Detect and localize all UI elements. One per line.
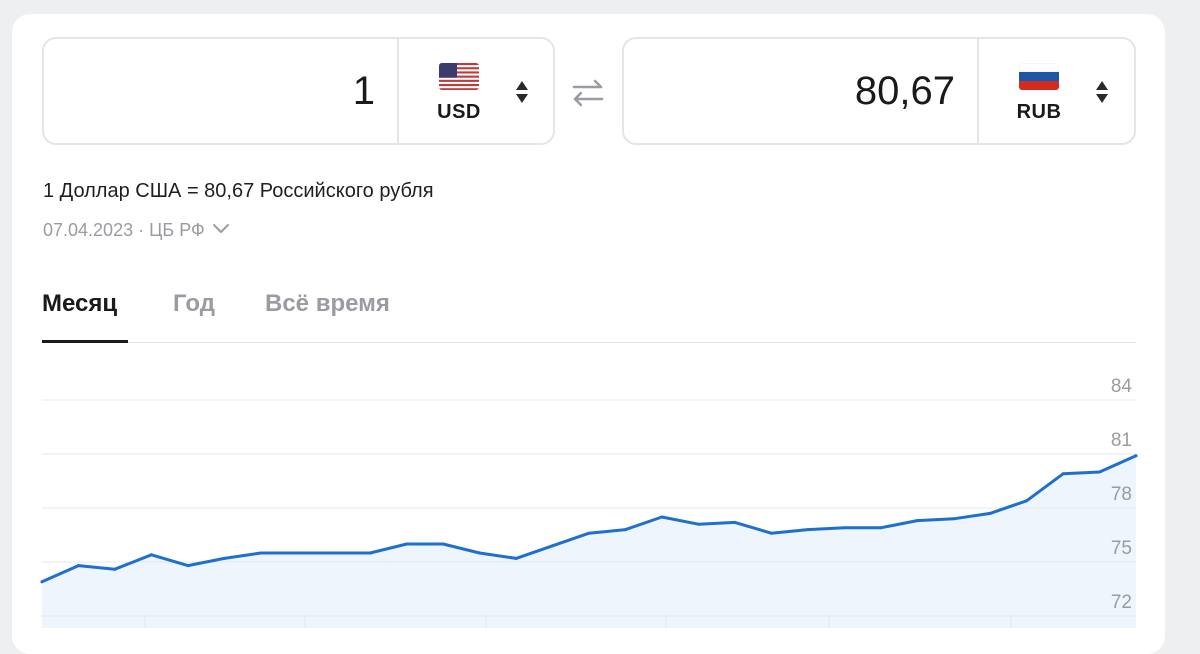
to-amount-input[interactable]: 80,67 — [624, 39, 977, 143]
chart-area-fill — [42, 455, 1136, 628]
data-point — [733, 520, 737, 524]
us-flag-icon — [439, 63, 479, 90]
to-currency-code: RUB — [1016, 101, 1062, 123]
data-point — [514, 556, 518, 560]
data-point — [660, 515, 664, 519]
chevron-down-icon — [211, 220, 231, 241]
data-point — [988, 511, 992, 515]
to-currency-box: 80,67 RUB — [622, 37, 1136, 145]
data-point — [1098, 470, 1102, 474]
data-point — [222, 556, 226, 560]
data-point — [623, 528, 627, 532]
ru-flag-icon — [1019, 63, 1059, 90]
from-currency-select[interactable]: USD — [399, 39, 553, 143]
data-point — [696, 522, 700, 526]
data-point — [186, 564, 190, 568]
to-currency-select[interactable]: RUB — [979, 39, 1133, 143]
rate-source[interactable]: 07.04.2023 · ЦБ РФ — [43, 220, 231, 241]
rate-date-source: 07.04.2023 · ЦБ РФ — [43, 220, 205, 240]
data-point — [842, 526, 846, 530]
y-tick-label: 81 — [1111, 430, 1132, 451]
data-point — [149, 553, 153, 557]
data-point — [952, 517, 956, 521]
from-amount-input[interactable]: 1 — [44, 39, 397, 143]
data-point — [76, 564, 80, 568]
data-point — [551, 544, 555, 548]
y-tick-label: 72 — [1111, 592, 1132, 613]
data-point — [587, 531, 591, 535]
data-point — [113, 567, 117, 571]
swap-arrows-icon[interactable] — [568, 76, 608, 110]
tab-all-time[interactable]: Всё время — [265, 290, 390, 318]
data-point — [441, 542, 445, 546]
y-tick-label: 84 — [1111, 376, 1133, 397]
active-tab-indicator — [42, 340, 128, 343]
data-point — [259, 551, 263, 555]
sort-arrows-icon — [1087, 75, 1117, 109]
from-currency-box: 1 USD — [42, 37, 555, 145]
data-point — [332, 551, 336, 555]
y-tick-label: 75 — [1111, 538, 1132, 559]
data-point — [915, 519, 919, 523]
rate-chart: 84 81 78 75 72 — [40, 376, 1138, 628]
from-currency-code: USD — [437, 101, 481, 123]
data-point — [1134, 454, 1138, 458]
tab-month[interactable]: Месяц — [42, 290, 117, 318]
data-point — [478, 551, 482, 555]
data-point — [769, 531, 773, 535]
data-point — [295, 551, 299, 555]
y-tick-label: 78 — [1111, 484, 1132, 505]
data-point — [806, 528, 810, 532]
tab-year[interactable]: Год — [173, 290, 215, 318]
data-point — [368, 551, 372, 555]
data-point — [1025, 499, 1029, 503]
data-point — [405, 542, 409, 546]
rate-summary: 1 Доллар США = 80,67 Российского рубля — [43, 180, 434, 202]
tabs-divider — [42, 342, 1136, 343]
data-point — [1061, 472, 1065, 476]
data-point — [40, 580, 44, 584]
sort-arrows-icon — [507, 75, 537, 109]
data-point — [879, 526, 883, 530]
